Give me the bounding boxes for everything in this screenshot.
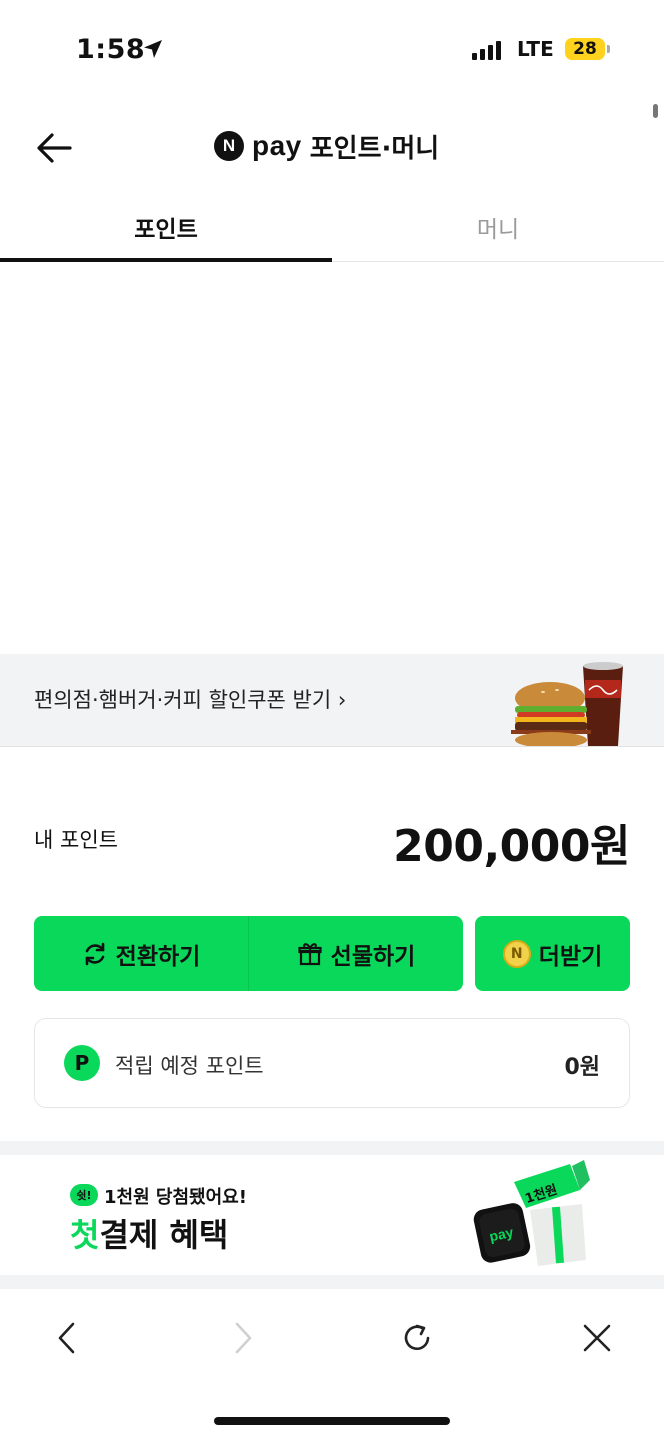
close-button[interactable] [572, 1316, 622, 1360]
promo-title: 첫결제 혜택 [70, 1210, 228, 1256]
section-separator [0, 1275, 664, 1289]
close-icon [583, 1324, 611, 1352]
reload-button[interactable] [394, 1316, 444, 1360]
point-p-icon: P [64, 1045, 100, 1081]
location-arrow-icon [144, 40, 162, 58]
promo-title-highlight: 첫 [70, 1216, 100, 1254]
tab-points[interactable]: 포인트 [0, 210, 332, 260]
browser-back-button[interactable] [42, 1316, 92, 1360]
coupon-banner-text: 편의점·햄버거·커피 할인쿠폰 받기 › [34, 688, 347, 712]
tab-active-underline [0, 258, 332, 262]
burger-cola-illustration [511, 662, 623, 746]
promo-title-rest: 결제 혜택 [99, 1216, 229, 1254]
home-indicator[interactable] [214, 1417, 450, 1425]
battery-nub [607, 45, 610, 53]
network-label: LTE [517, 37, 554, 61]
gift-icon [298, 942, 322, 965]
points-value: 200,000원 [393, 821, 630, 872]
reload-icon [404, 1324, 430, 1351]
refresh-icon [85, 942, 104, 965]
arrow-left-icon [37, 133, 72, 163]
earn-more-button[interactable]: N 더받기 [475, 916, 630, 991]
points-label: 내 포인트 [34, 828, 118, 852]
promo-subtitle: 1천원 당첨됐어요! [104, 1187, 247, 1208]
browser-forward-button[interactable] [218, 1316, 268, 1360]
status-time: 1:58 [76, 34, 146, 65]
section-separator [0, 1141, 664, 1155]
gift-label: 선물하기 [330, 943, 416, 970]
tab-money[interactable]: 머니 [332, 210, 664, 260]
pending-points-value: 0원 [564, 1055, 600, 1080]
page-title: N pay 포인트·머니 [214, 126, 439, 166]
chevron-left-icon [58, 1322, 75, 1354]
pending-points-label: 적립 예정 포인트 [115, 1054, 264, 1078]
gift-box-illustration: 1천원 pay [473, 1160, 590, 1266]
battery-icon: 28 [565, 38, 605, 60]
title-text: 포인트·머니 [309, 133, 440, 164]
convert-button[interactable]: 전환하기 [34, 916, 248, 991]
signal-icon [472, 40, 501, 60]
coin-icon: N [502, 939, 531, 968]
earn-more-label: 더받기 [538, 943, 603, 970]
chevron-right-icon [235, 1322, 252, 1354]
promo-badge: 쉿! [70, 1184, 98, 1206]
convert-label: 전환하기 [115, 943, 201, 970]
back-button[interactable] [30, 126, 78, 170]
pay-logo-text: pay [252, 130, 302, 161]
points-action-group: 전환하기 선물하기 [34, 916, 463, 991]
scroll-indicator [653, 104, 658, 118]
naver-logo-icon: N [214, 131, 244, 161]
gift-button[interactable]: 선물하기 [248, 916, 463, 991]
